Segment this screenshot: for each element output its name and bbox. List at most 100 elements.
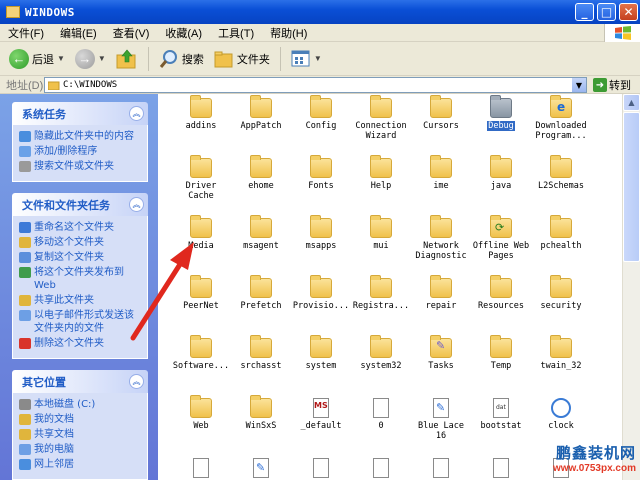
file-item[interactable] [170,458,232,480]
folders-button[interactable]: 文件夹 [211,48,273,70]
vertical-scrollbar[interactable]: ▲ [622,94,640,480]
scroll-thumb[interactable] [623,112,640,262]
chevron-down-icon[interactable]: ▼ [98,54,106,63]
folder-item[interactable]: twain_32 [530,335,592,371]
folder-item[interactable]: AppPatch [230,95,292,131]
file-task-item[interactable]: 重命名这个文件夹 [19,221,143,234]
folder-item[interactable]: Resources [470,275,532,311]
menu-tools[interactable]: 工具(T) [210,25,262,41]
system-task-item[interactable]: 隐藏此文件夹中的内容 [19,130,143,143]
folder-item[interactable]: Temp [470,335,532,371]
folder-item[interactable]: ehome [230,155,292,191]
file-task-item[interactable]: 移动这个文件夹 [19,236,143,249]
go-button[interactable]: ➜ 转到 [593,77,631,93]
file-task-item[interactable]: 以电子邮件形式发送该文件夹内的文件 [19,309,143,335]
folder-item[interactable]: Network Diagnostic [410,215,472,261]
other-place-item[interactable]: 本地磁盘 (C:) [19,398,143,411]
folder-item[interactable]: msagent [230,215,292,251]
menu-bar: 文件(F) 编辑(E) 查看(V) 收藏(A) 工具(T) 帮助(H) [0,24,640,42]
file-task-item[interactable]: 将这个文件夹发布到 Web [19,266,143,292]
file-item[interactable] [350,458,412,480]
folder-item[interactable]: srchasst [230,335,292,371]
folder-item[interactable]: msapps [290,215,352,251]
file-item[interactable]: ✎ [230,458,292,480]
folder-item[interactable]: PeerNet [170,275,232,311]
search-button[interactable]: 搜索 [156,47,207,71]
menu-file[interactable]: 文件(F) [0,25,52,41]
folder-item[interactable]: Provisio... [290,275,352,311]
chevron-down-icon[interactable]: ▼ [572,78,586,92]
folder-item[interactable]: Software... [170,335,232,371]
folder-item[interactable]: Registra... [350,275,412,311]
menu-help[interactable]: 帮助(H) [262,25,315,41]
file-name-label: Fonts [308,181,334,191]
other-place-item[interactable]: 共享文档 [19,428,143,441]
menu-view[interactable]: 查看(V) [105,25,158,41]
system-task-item[interactable]: 搜索文件或文件夹 [19,160,143,173]
title-bar[interactable]: WINDOWS _ □ ✕ [0,0,640,24]
forward-button[interactable]: → ▼ [72,47,109,71]
folder-item[interactable]: L2Schemas [530,155,592,191]
folder-item[interactable]: system32 [350,335,412,371]
folder-item[interactable]: system [290,335,352,371]
folder-item[interactable]: pchealth [530,215,592,251]
minimize-button[interactable]: _ [575,3,594,21]
folder-item[interactable]: ⟳ Offline Web Pages [470,215,532,261]
system-tasks-header[interactable]: 系统任务 ︽ [12,102,148,125]
file-icon [373,458,389,478]
file-item[interactable]: clock [530,398,592,431]
folder-item[interactable]: ✎ Tasks [410,335,472,371]
file-list-view[interactable]: addins AppPatch Config Connection Wizard Cur… [158,94,622,480]
file-item[interactable]: 0 [350,398,412,431]
folder-item[interactable]: Web [170,395,232,431]
collapse-chevron-icon[interactable]: ︽ [129,374,144,389]
collapse-chevron-icon[interactable]: ︽ [129,197,144,212]
folder-item[interactable]: Help [350,155,412,191]
menu-favorites[interactable]: 收藏(A) [157,25,210,41]
folder-item[interactable]: addins [170,95,232,131]
folder-item[interactable]: java [470,155,532,191]
folder-item[interactable]: Prefetch [230,275,292,311]
folder-item[interactable]: Fonts [290,155,352,191]
file-task-item[interactable]: 复制这个文件夹 [19,251,143,264]
file-item[interactable] [410,458,472,480]
folder-item[interactable]: WinSxS [230,395,292,431]
folder-item[interactable]: Debug [470,95,532,131]
folder-item[interactable]: e Downloaded Program... [530,95,592,141]
file-icon [433,458,449,478]
other-place-item[interactable]: 我的文档 [19,413,143,426]
chevron-down-icon[interactable]: ▼ [314,54,322,63]
collapse-chevron-icon[interactable]: ︽ [129,106,144,121]
file-task-item[interactable]: 共享此文件夹 [19,294,143,307]
folder-item[interactable]: Connection Wizard [350,95,412,141]
folder-item[interactable]: Media [170,215,232,251]
back-button[interactable]: ← 后退 ▼ [6,47,68,71]
folder-item[interactable]: ime [410,155,472,191]
file-task-item[interactable]: 删除这个文件夹 [19,337,143,350]
menu-edit[interactable]: 编辑(E) [52,25,105,41]
folder-item[interactable]: mui [350,215,412,251]
other-place-item[interactable]: 网上邻居 [19,458,143,471]
task-pane: 系统任务 ︽ 隐藏此文件夹中的内容 添加/删除程序 搜索文件或文件夹 文件和文件夹任… [0,94,158,480]
file-item[interactable]: ✎ Blue Lace 16 [410,398,472,441]
folder-item[interactable]: Driver Cache [170,155,232,201]
other-place-item[interactable]: 我的电脑 [19,443,143,456]
folder-item[interactable]: repair [410,275,472,311]
file-tasks-header[interactable]: 文件和文件夹任务 ︽ [12,193,148,216]
folder-item[interactable]: Cursors [410,95,472,131]
folder-item[interactable]: security [530,275,592,311]
folder-item[interactable]: Config [290,95,352,131]
file-name-label: Resources [477,301,525,311]
other-places-header[interactable]: 其它位置 ︽ [12,370,148,393]
scroll-up-icon[interactable]: ▲ [623,94,640,111]
system-task-item[interactable]: 添加/删除程序 [19,145,143,158]
views-button[interactable]: ▼ [288,48,325,70]
chevron-down-icon[interactable]: ▼ [57,54,65,63]
close-button[interactable]: ✕ [619,3,638,21]
address-input[interactable]: C:\WINDOWS ▼ [44,77,587,93]
file-item[interactable]: dat bootstat [470,398,532,431]
file-item[interactable]: MS _default [290,398,352,431]
up-button[interactable] [113,47,141,71]
file-item[interactable] [290,458,352,480]
maximize-button[interactable]: □ [597,3,616,21]
